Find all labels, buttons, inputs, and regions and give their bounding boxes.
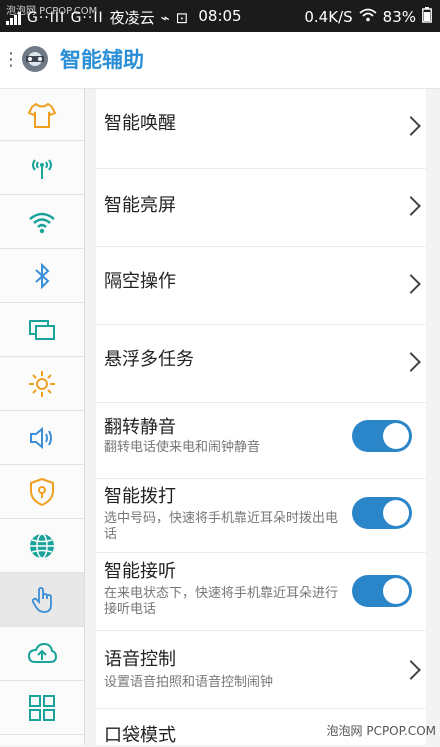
toggle-knob bbox=[383, 578, 409, 604]
sidebar-item-multiscreen[interactable] bbox=[0, 303, 84, 357]
grid-icon bbox=[29, 694, 55, 721]
sidebar-item-smart-assist[interactable] bbox=[0, 573, 84, 627]
sidebar-item-security[interactable] bbox=[0, 465, 84, 519]
bluetooth-icon bbox=[35, 262, 50, 289]
app-logo-icon bbox=[18, 42, 52, 76]
row-description: 翻转电话使来电和闹钟静音 bbox=[104, 440, 261, 455]
footer-watermark: 泡泡网 PCPOP.COM bbox=[326, 724, 436, 738]
chevron-right-icon bbox=[401, 352, 421, 372]
battery-icon bbox=[422, 7, 432, 27]
wifi-icon bbox=[29, 212, 55, 233]
row-flip-mute[interactable]: 翻转静音 翻转电话使来电和闹钟静音 bbox=[96, 403, 426, 479]
shirt-icon bbox=[27, 102, 57, 128]
chevron-right-icon bbox=[401, 660, 421, 680]
app-header: ⋮ 智能辅助 bbox=[0, 32, 440, 89]
sidebar-item-bluetooth[interactable] bbox=[0, 249, 84, 303]
status-right: 0.4K/S 83% bbox=[304, 7, 432, 27]
row-description: 设置语音拍照和语音控制闹钟 bbox=[104, 675, 274, 690]
cloud-upload-icon bbox=[27, 642, 58, 663]
row-floating-multitask[interactable]: 悬浮多任务 bbox=[96, 325, 426, 403]
row-smart-screen[interactable]: 智能亮屏 bbox=[96, 169, 426, 247]
row-label: 隔空操作 bbox=[104, 271, 176, 292]
toggle-knob bbox=[383, 500, 409, 526]
row-air-gesture[interactable]: 隔空操作 bbox=[96, 247, 426, 325]
brightness-icon bbox=[29, 370, 55, 397]
chevron-right-icon bbox=[401, 196, 421, 216]
row-voice-control[interactable]: 语音控制 设置语音拍照和语音控制闹钟 bbox=[96, 631, 426, 709]
sidebar-item-wifi[interactable] bbox=[0, 195, 84, 249]
smart-dial-toggle[interactable] bbox=[352, 497, 412, 529]
sidebar-item-sound[interactable] bbox=[0, 411, 84, 465]
settings-list: 智能唤醒 智能亮屏 隔空操作 悬浮多任务 翻转静音 翻转电话使来电和闹钟静音 智… bbox=[96, 89, 426, 746]
row-smart-dial[interactable]: 智能拨打 选中号码，快速将手机靠近耳朵时拨出电话 bbox=[96, 479, 426, 553]
status-bar: 泡泡网 PCPOP.COM G··III G··II 夜凌云 ⌁ ⊡ 08:05… bbox=[0, 0, 440, 32]
page-title: 智能辅助 bbox=[60, 48, 144, 72]
sidebar-item-appearance[interactable] bbox=[0, 89, 84, 141]
sidebar-item-apps[interactable] bbox=[0, 681, 84, 735]
battery-percent: 83% bbox=[382, 8, 416, 26]
row-label: 智能唤醒 bbox=[104, 113, 176, 134]
row-label: 智能接听 bbox=[104, 561, 176, 582]
row-label: 悬浮多任务 bbox=[104, 349, 194, 370]
row-label: 智能亮屏 bbox=[104, 195, 176, 216]
volume-icon bbox=[30, 426, 52, 449]
sidebar-item-display[interactable] bbox=[0, 357, 84, 411]
sidebar-item-cloud[interactable] bbox=[0, 627, 84, 681]
category-sidebar bbox=[0, 89, 85, 745]
hand-gesture-icon bbox=[31, 586, 52, 613]
row-description: 在来电状态下，快速将手机靠近耳朵进行接听电话 bbox=[104, 586, 339, 617]
wifi-status-icon bbox=[359, 8, 377, 26]
row-label: 翻转静音 bbox=[104, 417, 176, 438]
shield-lock-icon bbox=[30, 477, 54, 506]
row-smart-answer[interactable]: 智能接听 在来电状态下，快速将手机靠近耳朵进行接听电话 bbox=[96, 553, 426, 631]
row-label: 智能拨打 bbox=[104, 486, 176, 507]
antenna-icon bbox=[32, 158, 52, 179]
row-smart-wake[interactable]: 智能唤醒 bbox=[96, 89, 426, 169]
chevron-right-icon bbox=[401, 274, 421, 294]
globe-icon bbox=[30, 532, 54, 559]
network-speed: 0.4K/S bbox=[304, 8, 353, 26]
sidebar-item-mobile-network[interactable] bbox=[0, 141, 84, 195]
screens-icon bbox=[29, 319, 55, 340]
row-description: 选中号码，快速将手机靠近耳朵时拨出电话 bbox=[104, 511, 339, 542]
smart-answer-toggle[interactable] bbox=[352, 575, 412, 607]
chevron-right-icon bbox=[401, 116, 421, 136]
sidebar-item-internet[interactable] bbox=[0, 519, 84, 573]
flip-mute-toggle[interactable] bbox=[352, 420, 412, 452]
row-label: 口袋模式 bbox=[104, 725, 176, 746]
toggle-knob bbox=[383, 423, 409, 449]
row-label: 语音控制 bbox=[104, 649, 176, 670]
